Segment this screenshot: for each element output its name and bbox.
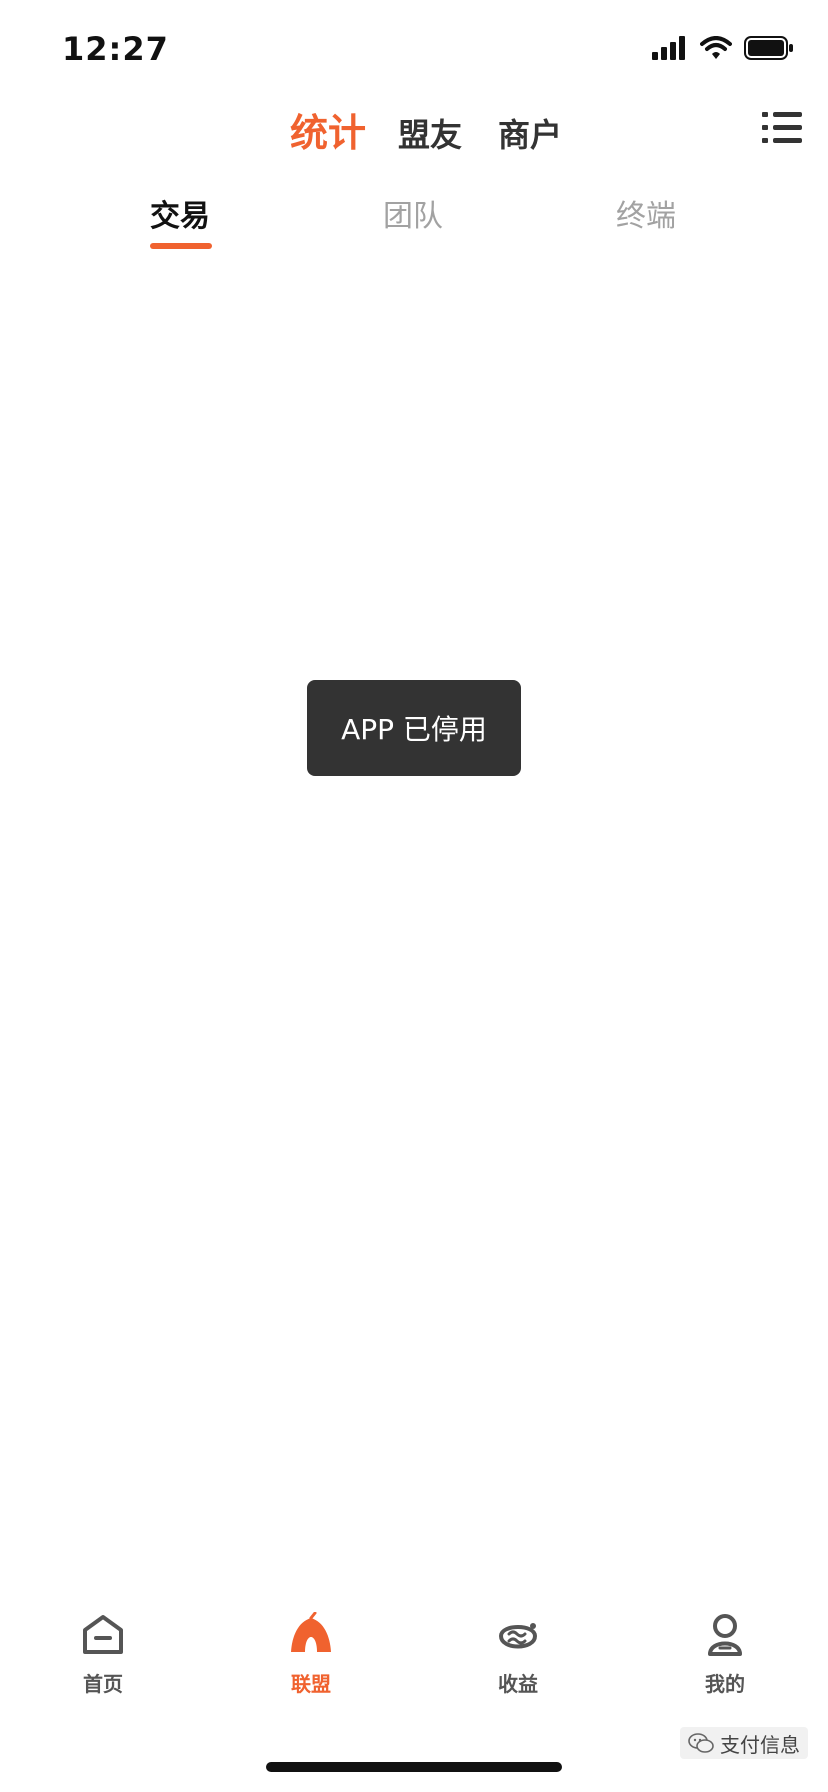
- status-bar: 12:27: [0, 0, 828, 100]
- signal-icon: [652, 36, 685, 60]
- tab-bar-item-profile[interactable]: 我的: [665, 1612, 785, 1697]
- tab-bar-label-home: 首页: [83, 1672, 123, 1696]
- watermark-text: 支付信息: [720, 1732, 800, 1757]
- home-icon: [83, 1615, 123, 1654]
- toast-message: APP 已停用: [307, 680, 521, 776]
- wechat-icon: [688, 1733, 714, 1753]
- sub-tab-transactions[interactable]: 交易: [150, 191, 210, 235]
- tab-bar-item-home[interactable]: 首页: [43, 1612, 163, 1697]
- profile-icon: [708, 1614, 742, 1656]
- earnings-icon: [498, 1623, 538, 1649]
- toast-text: APP 已停用: [341, 713, 487, 746]
- tab-bar-label-alliance: 联盟: [291, 1672, 331, 1696]
- sub-tabs: 交易 团队 终端: [0, 185, 828, 255]
- tab-bar-label-earnings: 收益: [498, 1672, 538, 1696]
- wifi-icon: [700, 36, 732, 59]
- app-screen: 12:27 统计 盟友 商户 交易 团队 终端 APP 已停用 首页 联盟 收益…: [0, 0, 828, 1792]
- tab-bar-item-alliance[interactable]: 联盟: [251, 1612, 371, 1697]
- sub-tab-team[interactable]: 团队: [383, 191, 443, 235]
- status-icons: [652, 36, 794, 60]
- status-time: 12:27: [62, 30, 169, 68]
- alliance-tent-icon: [291, 1612, 331, 1652]
- sub-tab-terminals[interactable]: 终端: [616, 191, 676, 235]
- tab-merchants[interactable]: 商户: [498, 110, 562, 156]
- tab-bar-item-earnings[interactable]: 收益: [458, 1612, 578, 1697]
- battery-icon: [744, 36, 793, 60]
- tab-allies[interactable]: 盟友: [398, 110, 462, 156]
- watermark: 支付信息: [680, 1727, 808, 1759]
- tab-bar-label-profile: 我的: [705, 1672, 745, 1696]
- tab-statistics[interactable]: 统计: [290, 102, 366, 157]
- top-nav: 统计 盟友 商户: [0, 100, 828, 172]
- home-indicator: [266, 1762, 562, 1772]
- bottom-tab-bar: 首页 联盟 收益 我的: [0, 1612, 828, 1722]
- active-tab-underline: [150, 243, 212, 249]
- list-menu-icon[interactable]: [762, 110, 802, 146]
